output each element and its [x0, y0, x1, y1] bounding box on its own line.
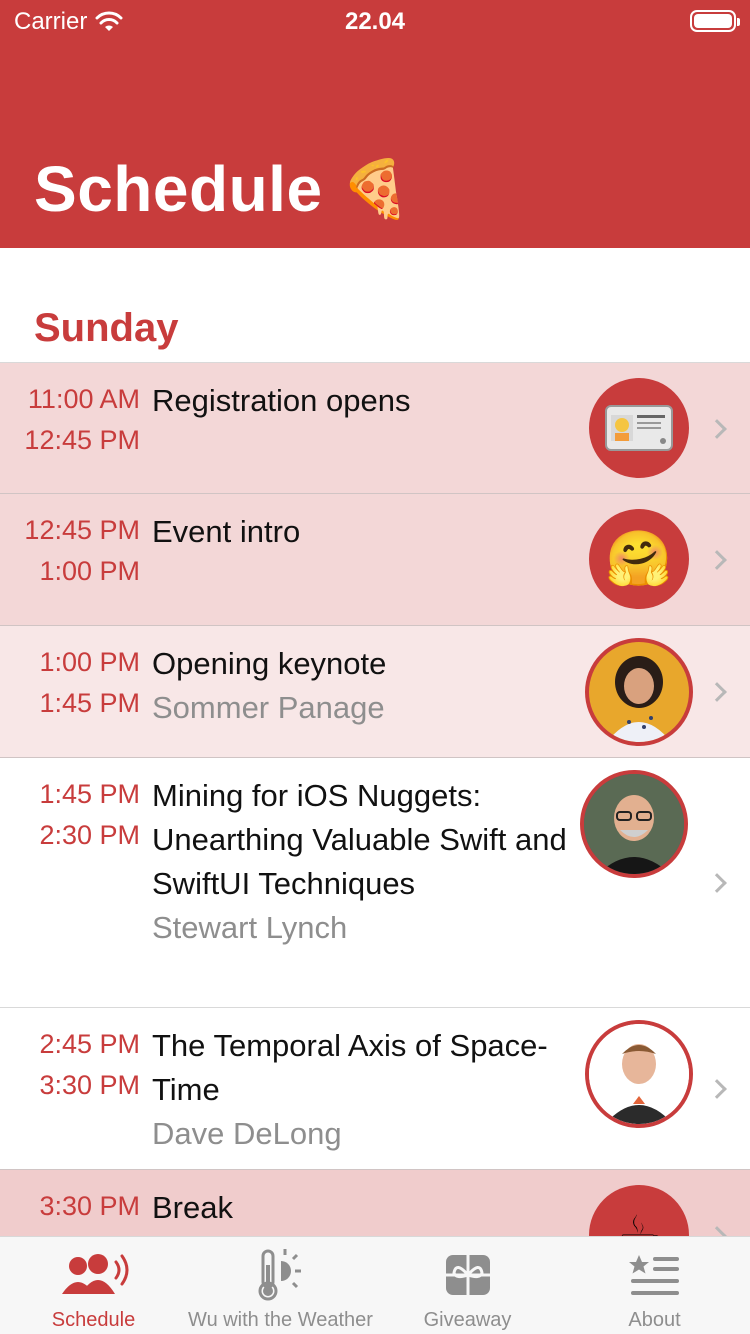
- chevron-right-icon: [707, 550, 727, 570]
- row-content: The Temporal Axis of Space-Time Dave DeL…: [152, 1024, 572, 1156]
- speaker-name: Stewart Lynch: [152, 910, 348, 945]
- end-time: 1:00 PM: [39, 556, 140, 586]
- status-time: 22.04: [344, 8, 406, 35]
- start-time: 12:45 PM: [24, 515, 140, 545]
- row-content: Opening keynote Sommer Panage: [152, 642, 572, 730]
- row-content: Registration opens: [152, 379, 572, 423]
- time-range: 3:30 PM: [0, 1186, 140, 1227]
- time-range: 1:45 PM 2:30 PM: [0, 774, 140, 856]
- chevron-right-icon: [707, 682, 727, 702]
- section-header-sunday: Sunday: [34, 306, 179, 350]
- speaker-name: Sommer Panage: [152, 690, 385, 725]
- time-range: 11:00 AM 12:45 PM: [0, 379, 140, 461]
- row-content: Mining for iOS Nuggets: Unearthing Valua…: [152, 774, 572, 950]
- hugging-face-icon: 🤗: [589, 509, 689, 609]
- pizza-icon: 🍕: [340, 157, 411, 220]
- schedule-row-registration[interactable]: 11:00 AM 12:45 PM Registration opens: [0, 363, 750, 494]
- row-content: Break: [152, 1186, 572, 1230]
- tab-label: Giveaway: [423, 1309, 512, 1331]
- page-title-text: Schedule: [34, 153, 323, 225]
- schedule-row-event-intro[interactable]: 12:45 PM 1:00 PM Event intro 🤗: [0, 494, 750, 626]
- tab-weather[interactable]: Wu with the Weather: [187, 1237, 374, 1334]
- chevron-right-icon: [707, 1079, 727, 1099]
- tab-label: Schedule: [51, 1309, 136, 1331]
- tab-about[interactable]: About: [561, 1237, 748, 1334]
- start-time: 2:45 PM: [39, 1029, 140, 1059]
- speaker-avatar: [585, 638, 693, 746]
- list-star-icon: [561, 1247, 748, 1303]
- tab-label: Wu with the Weather: [188, 1309, 373, 1331]
- battery-icon: [690, 10, 740, 32]
- people-broadcast-icon: [0, 1247, 187, 1303]
- tab-bar: Schedule Wu with the Weather Giveaway Ab…: [0, 1236, 750, 1334]
- tab-schedule[interactable]: Schedule: [0, 1237, 187, 1334]
- schedule-row-temporal-axis[interactable]: 2:45 PM 3:30 PM The Temporal Axis of Spa…: [0, 1008, 750, 1170]
- speaker-avatar: [580, 770, 688, 878]
- end-time: 1:45 PM: [39, 688, 140, 718]
- session-title: Registration opens: [152, 383, 411, 418]
- start-time: 11:00 AM: [27, 384, 140, 414]
- time-range: 1:00 PM 1:45 PM: [0, 642, 140, 724]
- tab-giveaway[interactable]: Giveaway: [374, 1237, 561, 1334]
- page-title: Schedule 🍕: [34, 152, 411, 226]
- session-title: Opening keynote: [152, 646, 387, 681]
- speaker-name: Dave DeLong: [152, 1116, 342, 1151]
- start-time: 1:45 PM: [39, 779, 140, 809]
- end-time: 2:30 PM: [39, 820, 140, 850]
- session-title: Mining for iOS Nuggets: Unearthing Valua…: [152, 778, 567, 901]
- start-time: 3:30 PM: [39, 1191, 140, 1221]
- end-time: 12:45 PM: [24, 425, 140, 455]
- id-card-icon: [589, 378, 689, 478]
- schedule-list[interactable]: 11:00 AM 12:45 PM Registration opens 12:…: [0, 363, 750, 1290]
- session-title: Break: [152, 1190, 233, 1225]
- time-range: 12:45 PM 1:00 PM: [0, 510, 140, 592]
- nav-header: Carrier 22.04 Schedule 🍕: [0, 0, 750, 248]
- chevron-right-icon: [707, 873, 727, 893]
- time-range: 2:45 PM 3:30 PM: [0, 1024, 140, 1106]
- schedule-row-ios-nuggets[interactable]: 1:45 PM 2:30 PM Mining for iOS Nuggets: …: [0, 758, 750, 1008]
- end-time: 3:30 PM: [39, 1070, 140, 1100]
- gift-icon: [374, 1247, 561, 1303]
- session-title: Event intro: [152, 514, 301, 549]
- chevron-right-icon: [707, 419, 727, 439]
- status-bar: Carrier 22.04: [0, 0, 750, 44]
- tab-label: About: [628, 1309, 681, 1331]
- speaker-avatar: [585, 1020, 693, 1128]
- row-content: Event intro: [152, 510, 572, 554]
- session-title: The Temporal Axis of Space-Time: [152, 1028, 548, 1107]
- schedule-row-opening-keynote[interactable]: 1:00 PM 1:45 PM Opening keynote Sommer P…: [0, 626, 750, 758]
- thermometer-sun-icon: [187, 1247, 374, 1303]
- start-time: 1:00 PM: [39, 647, 140, 677]
